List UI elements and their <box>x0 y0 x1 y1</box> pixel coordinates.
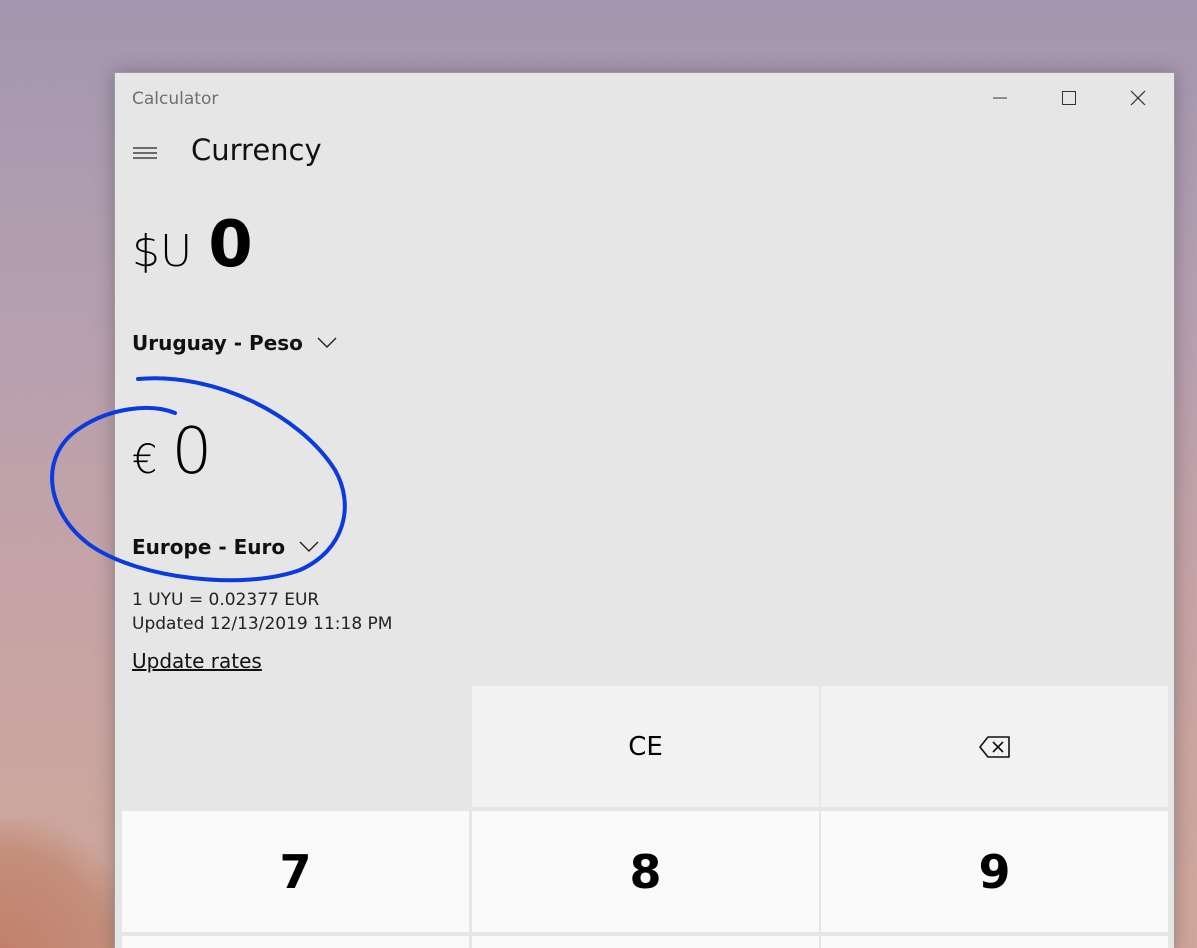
hamburger-icon <box>133 147 157 159</box>
to-value: 0 <box>171 415 213 489</box>
from-amount-display[interactable]: $U 0 <box>132 208 253 288</box>
to-currency-symbol: € <box>132 437 158 483</box>
exchange-rate-text: 1 UYU = 0.02377 EUR <box>132 590 320 610</box>
from-value: 0 <box>208 208 253 282</box>
minimize-icon <box>992 97 1007 99</box>
from-currency-symbol: $U <box>132 226 193 277</box>
digit-label: 9 <box>978 844 1011 899</box>
chevron-down-icon <box>317 337 337 349</box>
maximize-icon <box>1061 91 1076 105</box>
title-bar[interactable]: Calculator <box>115 73 1174 123</box>
keypad-button-partial[interactable] <box>122 936 469 948</box>
clear-entry-label: CE <box>628 731 663 762</box>
digit-8-button[interactable]: 8 <box>472 811 819 932</box>
to-currency-dropdown[interactable]: Europe - Euro <box>132 535 319 559</box>
digit-7-button[interactable]: 7 <box>122 811 469 932</box>
maximize-button[interactable] <box>1034 73 1103 123</box>
rates-updated-text: Updated 12/13/2019 11:18 PM <box>132 614 393 634</box>
to-amount-display[interactable]: € 0 <box>132 415 212 489</box>
close-icon <box>1130 90 1145 106</box>
keypad-button-partial[interactable] <box>472 936 819 948</box>
from-currency-dropdown[interactable]: Uruguay - Peso <box>132 331 337 355</box>
calculator-window: Calculator Currency $U 0 Uruguay - Peso <box>114 72 1175 948</box>
from-currency-name: Uruguay - Peso <box>132 331 303 355</box>
app-header: Currency <box>115 125 1174 181</box>
digit-label: 8 <box>629 844 662 899</box>
app-title: Calculator <box>132 89 219 109</box>
clear-entry-button[interactable]: CE <box>472 686 819 807</box>
digit-9-button[interactable]: 9 <box>821 811 1168 932</box>
navigation-menu-button[interactable] <box>125 133 165 173</box>
digit-label: 7 <box>279 844 312 899</box>
backspace-icon <box>978 735 1010 758</box>
keypad-button-partial[interactable] <box>821 936 1168 948</box>
mode-title: Currency <box>191 133 322 167</box>
to-currency-name: Europe - Euro <box>132 535 286 559</box>
chevron-down-icon <box>299 541 319 553</box>
update-rates-link[interactable]: Update rates <box>132 649 262 673</box>
close-button[interactable] <box>1103 73 1172 123</box>
backspace-button[interactable] <box>821 686 1168 807</box>
minimize-button[interactable] <box>965 73 1034 123</box>
